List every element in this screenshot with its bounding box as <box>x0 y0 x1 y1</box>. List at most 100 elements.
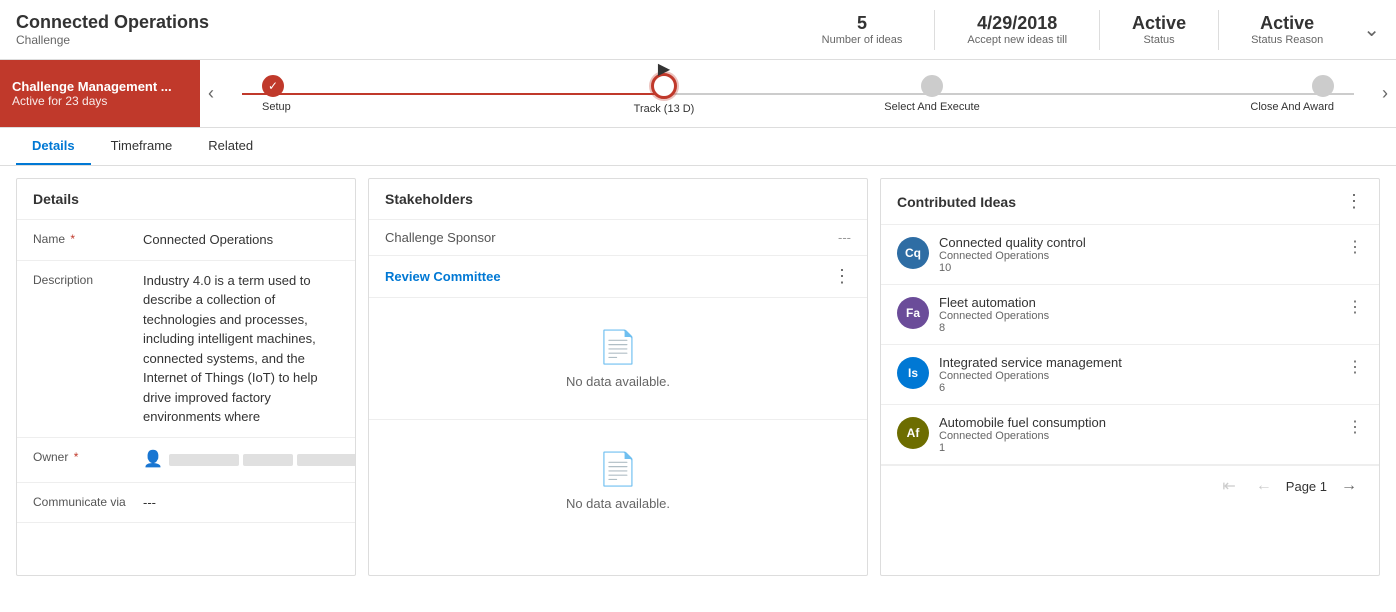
idea-item-cq: Cq Connected quality control Connected O… <box>881 225 1379 285</box>
status-reason-value: Active <box>1251 13 1323 34</box>
idea-title-af: Automobile fuel consumption <box>939 415 1337 430</box>
idea-menu-fa[interactable]: ⋮ <box>1347 297 1363 317</box>
idea-item-is: Is Integrated service management Connect… <box>881 345 1379 405</box>
prev-page-button[interactable]: ← <box>1250 475 1278 497</box>
stage-label-track: Track (13 D) <box>634 103 695 115</box>
challenge-label: Challenge Management ... <box>12 79 188 94</box>
owner-text-block <box>169 454 356 466</box>
stakeholders-panel: Stakeholders Challenge Sponsor --- Revie… <box>368 178 868 576</box>
main-content: Details Name * Connected Operations Desc… <box>0 166 1396 588</box>
contributed-ideas-panel: Contributed Ideas ⋮ Cq Connected quality… <box>880 178 1380 576</box>
active-days-label: Active for 23 days <box>12 94 188 108</box>
owner-person-icon: 👤 <box>143 448 163 472</box>
idea-count-fa: 8 <box>939 322 1337 334</box>
header-title-block: Connected Operations Challenge <box>16 12 822 47</box>
idea-info-fa: Fleet automation Connected Operations 8 <box>939 295 1337 334</box>
detail-row-communicate: Communicate via --- <box>17 483 355 524</box>
idea-org-is: Connected Operations <box>939 370 1337 382</box>
stage-prev-button[interactable]: ‹ <box>200 60 222 127</box>
stage-circle-close <box>1312 75 1334 97</box>
header-dropdown-icon[interactable]: ⌄ <box>1363 17 1380 42</box>
idea-menu-af[interactable]: ⋮ <box>1347 417 1363 437</box>
no-data-icon-1: 📄 <box>598 328 638 366</box>
challenge-status-block: Challenge Management ... Active for 23 d… <box>0 60 200 127</box>
idea-title-cq: Connected quality control <box>939 235 1337 250</box>
owner-word-3 <box>297 454 356 466</box>
committee-menu-icon[interactable]: ⋮ <box>833 266 851 287</box>
pagination: ⇤ ← Page 1 → <box>881 465 1379 506</box>
committee-no-data: 📄 No data available. <box>369 298 867 419</box>
sponsor-no-data: 📄 No data available. <box>369 420 867 541</box>
page-label: Page 1 <box>1286 479 1327 494</box>
communicate-label: Communicate via <box>33 493 143 509</box>
details-panel-header: Details <box>17 179 355 220</box>
accept-date-label: Accept new ideas till <box>967 34 1067 46</box>
stage-select[interactable]: Select And Execute <box>798 75 1066 113</box>
communicate-value: --- <box>143 493 339 513</box>
owner-label: Owner * <box>33 448 143 464</box>
no-data-text-1: No data available. <box>566 374 670 389</box>
idea-item-af: Af Automobile fuel consumption Connected… <box>881 405 1379 465</box>
idea-avatar-is: Is <box>897 357 929 389</box>
meta-divider-1 <box>934 10 935 50</box>
cursor-icon: ▶ <box>658 59 670 79</box>
stakeholders-panel-header: Stakeholders <box>369 179 867 220</box>
tab-timeframe[interactable]: Timeframe <box>95 128 189 165</box>
idea-info-cq: Connected quality control Connected Oper… <box>939 235 1337 274</box>
description-value: Industry 4.0 is a term used to describe … <box>143 271 339 427</box>
status-value: Active <box>1132 13 1186 34</box>
idea-title-fa: Fleet automation <box>939 295 1337 310</box>
next-page-button[interactable]: → <box>1335 475 1363 497</box>
stage-setup[interactable]: ✓ Setup <box>242 75 530 113</box>
tab-related[interactable]: Related <box>192 128 269 165</box>
header-meta: 5 Number of ideas 4/29/2018 Accept new i… <box>822 10 1380 50</box>
stage-label-setup: Setup <box>262 101 291 113</box>
ideas-header-row: Contributed Ideas ⋮ <box>881 179 1379 225</box>
tab-navigation: Details Timeframe Related <box>0 128 1396 166</box>
stage-track[interactable]: ▶ Track (13 D) <box>530 73 798 115</box>
idea-title-is: Integrated service management <box>939 355 1337 370</box>
description-label: Description <box>33 271 143 287</box>
stage-navigation: Challenge Management ... Active for 23 d… <box>0 60 1396 128</box>
owner-required: * <box>74 450 79 464</box>
stage-circle-select <box>921 75 943 97</box>
idea-menu-cq[interactable]: ⋮ <box>1347 237 1363 257</box>
ideas-panel-title: Contributed Ideas <box>897 194 1016 210</box>
sponsor-value: --- <box>838 230 851 245</box>
sponsor-label: Challenge Sponsor <box>385 230 496 245</box>
name-required: * <box>70 232 75 246</box>
detail-row-description: Description Industry 4.0 is a term used … <box>17 261 355 438</box>
tab-details[interactable]: Details <box>16 128 91 165</box>
meta-status: Active Status <box>1132 13 1186 46</box>
no-data-text-2: No data available. <box>566 496 670 511</box>
details-panel: Details Name * Connected Operations Desc… <box>16 178 356 576</box>
meta-divider-2 <box>1099 10 1100 50</box>
idea-count-af: 1 <box>939 442 1337 454</box>
meta-accept-date: 4/29/2018 Accept new ideas till <box>967 13 1067 46</box>
ideas-label: Number of ideas <box>822 34 903 46</box>
meta-status-reason: Active Status Reason <box>1251 13 1323 46</box>
ideas-count: 5 <box>822 13 903 34</box>
no-data-icon-2: 📄 <box>598 450 638 488</box>
idea-avatar-af: Af <box>897 417 929 449</box>
first-page-button[interactable]: ⇤ <box>1216 474 1241 498</box>
meta-ideas: 5 Number of ideas <box>822 13 903 46</box>
idea-item-fa: Fa Fleet automation Connected Operations… <box>881 285 1379 345</box>
owner-row: 👤 <box>143 448 356 472</box>
review-committee-row: Review Committee ⋮ <box>369 256 867 298</box>
idea-menu-is[interactable]: ⋮ <box>1347 357 1363 377</box>
idea-avatar-fa: Fa <box>897 297 929 329</box>
page-subtitle: Challenge <box>16 33 822 47</box>
stage-close[interactable]: Close And Award <box>1066 75 1354 113</box>
detail-row-owner: Owner * 👤 <box>17 438 355 483</box>
detail-row-name: Name * Connected Operations <box>17 220 355 261</box>
idea-org-af: Connected Operations <box>939 430 1337 442</box>
sponsor-row: Challenge Sponsor --- <box>369 220 867 256</box>
owner-value: 👤 <box>143 448 356 472</box>
stages-track: ✓ Setup ▶ Track (13 D) Select And Execut… <box>242 73 1354 115</box>
ideas-menu-icon[interactable]: ⋮ <box>1345 191 1363 212</box>
top-header: Connected Operations Challenge 5 Number … <box>0 0 1396 60</box>
stage-next-button[interactable]: › <box>1374 60 1396 127</box>
idea-info-af: Automobile fuel consumption Connected Op… <box>939 415 1337 454</box>
idea-count-cq: 10 <box>939 262 1337 274</box>
